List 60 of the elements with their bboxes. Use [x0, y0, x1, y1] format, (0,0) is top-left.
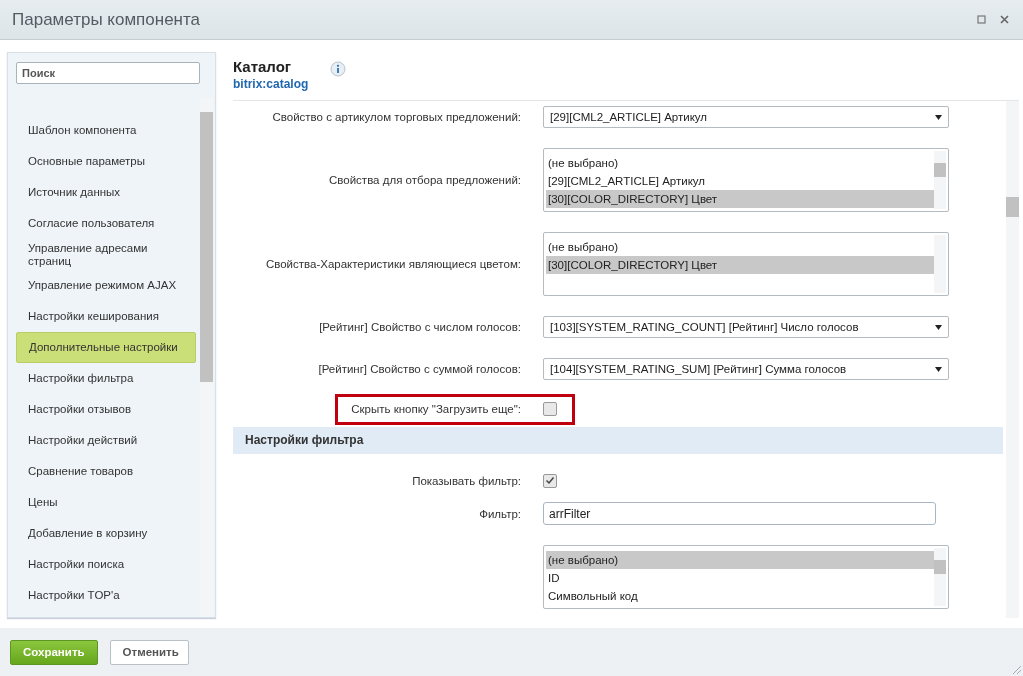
sidebar-item[interactable]: Настройки кеширования — [16, 301, 200, 332]
sidebar-item[interactable]: Настройки действий — [16, 425, 200, 456]
component-title: Каталог — [233, 58, 293, 75]
field-label: [Рейтинг] Свойство с суммой голосов: — [318, 363, 521, 375]
list-box[interactable]: (не выбрано) ID Символьный код — [543, 545, 949, 609]
section-header: Настройки фильтра — [233, 427, 1003, 454]
sidebar-item[interactable]: Настройки TOP'a — [16, 580, 200, 611]
caret-icon — [935, 114, 942, 120]
window-title: Параметры компонента — [12, 9, 201, 30]
sidebar-item[interactable]: Управление адресами страниц — [16, 239, 200, 270]
list-option[interactable]: (не выбрано) — [546, 238, 934, 256]
list-option[interactable]: Символьный код — [546, 587, 934, 605]
sidebar-item[interactable]: Управление режимом AJAX — [16, 270, 200, 301]
search-field[interactable]: Поиск — [16, 62, 200, 84]
sidebar-item[interactable]: Шаблон компонента — [16, 115, 200, 146]
caret-icon — [935, 324, 942, 330]
component-code: bitrix:catalog — [233, 77, 309, 91]
sidebar-item[interactable]: Настройки фильтра — [16, 363, 200, 394]
sidebar-item[interactable]: Настройки поиска — [16, 549, 200, 580]
field-label: [Рейтинг] Свойство с числом голосов: — [319, 321, 521, 333]
info-icon — [330, 61, 347, 77]
checkbox[interactable] — [543, 401, 557, 416]
dropdown[interactable]: [103][SYSTEM_RATING_COUNT] [Рейтинг] Число голосов — [543, 316, 949, 338]
cancel-button[interactable]: Отменить — [109, 639, 189, 665]
field-label: Показывать фильтр: — [412, 474, 521, 487]
field-label: Скрыть кнопку "Загрузить еще": — [351, 402, 521, 415]
sidebar-item[interactable]: Настройки отзывов — [16, 394, 200, 425]
scrollbar[interactable] — [934, 235, 946, 293]
field-label: Свойства-Характеристики являющиеся цветом: — [265, 258, 521, 270]
caret-icon — [935, 366, 942, 372]
scrollbar[interactable] — [934, 151, 946, 209]
checkbox[interactable] — [543, 473, 557, 488]
field-label: Свойства для отбора предложений: — [329, 174, 521, 186]
list-option[interactable]: ID — [546, 569, 934, 587]
sidebar-item[interactable]: Добавление в корзину — [16, 518, 200, 549]
close-icon — [1000, 15, 1009, 24]
scrollbar[interactable] — [1006, 101, 1019, 618]
list-box[interactable]: (не выбрано) [29][CML2_ARTICLE] Артикул [30][COLOR_DIRECTORY] Цвет — [543, 148, 949, 212]
list-option[interactable]: [29][CML2_ARTICLE] Артикул — [546, 172, 934, 190]
sidebar-item[interactable]: Основные параметры — [16, 146, 200, 177]
field-label: Фильтр: — [479, 507, 521, 520]
sidebar-item[interactable]: Сравнение товаров — [16, 456, 200, 487]
checkmark-icon — [545, 476, 555, 485]
sidebar-item[interactable]: Цены — [16, 487, 200, 518]
field-label: Свойство с артикулом торговых предложений: — [272, 111, 521, 123]
dropdown[interactable]: [29][CML2_ARTICLE] Артикул — [543, 106, 949, 128]
list-option[interactable]: (не выбрано) — [546, 551, 934, 569]
list-option[interactable]: (не выбрано) — [546, 154, 934, 172]
maximize-icon — [977, 15, 986, 24]
scrollbar[interactable] — [200, 98, 213, 617]
sidebar-item[interactable]: Источник данных — [16, 177, 200, 208]
list-option[interactable]: [30][COLOR_DIRECTORY] Цвет — [546, 256, 934, 274]
sidebar-item[interactable]: Согласие пользователя — [16, 208, 200, 239]
dropdown[interactable]: [104][SYSTEM_RATING_SUM] [Рейтинг] Сумма голосов — [543, 358, 949, 380]
text-field[interactable]: arrFilter — [543, 502, 936, 525]
list-box[interactable]: (не выбрано) [30][COLOR_DIRECTORY] Цвет — [543, 232, 949, 296]
resize-grip-icon — [1011, 664, 1022, 675]
list-option[interactable]: [30][COLOR_DIRECTORY] Цвет — [546, 190, 934, 208]
scrollbar[interactable] — [934, 548, 946, 606]
sidebar-item[interactable]: Дополнительные настройки — [16, 332, 196, 363]
